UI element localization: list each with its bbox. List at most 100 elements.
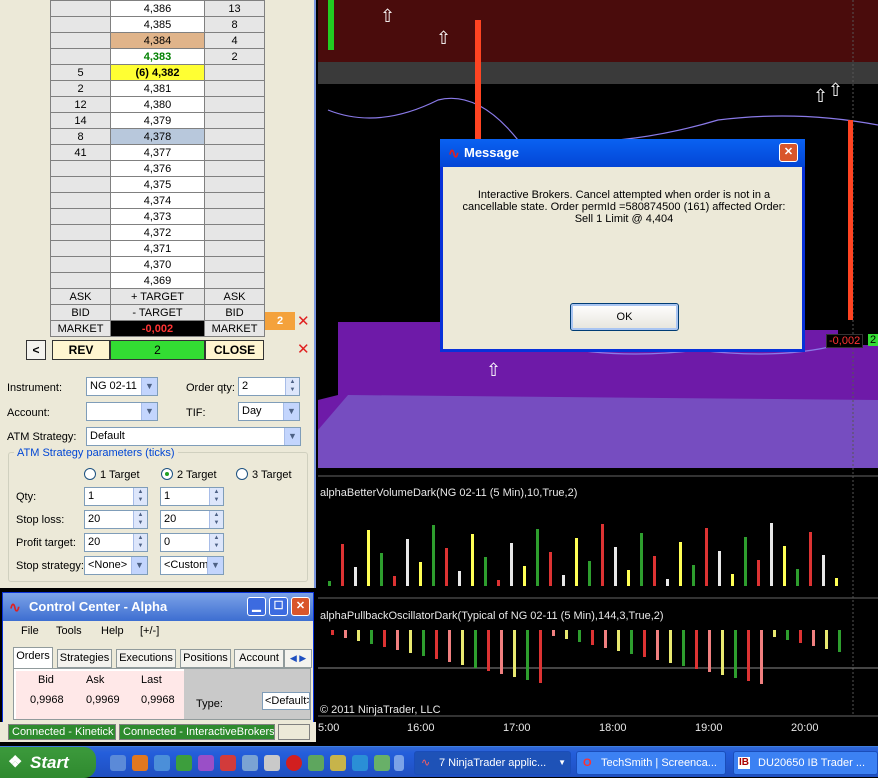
ask-size-cell[interactable] (204, 208, 265, 225)
tab-account[interactable]: Account (234, 649, 284, 668)
account-select[interactable]: ▼ (86, 402, 158, 421)
price-cell[interactable]: 4,377 (110, 144, 205, 161)
dialog-titlebar[interactable]: ∿ Message ✕ (440, 139, 805, 167)
type-select[interactable]: <Default> (262, 692, 310, 710)
menu-help[interactable]: Help (101, 625, 124, 637)
stop-strategy-2-select[interactable]: <Custom ▼ (160, 556, 224, 575)
tab-executions[interactable]: Executions (116, 649, 176, 668)
bid-size-cell[interactable] (50, 176, 111, 193)
plus-target-label[interactable]: + TARGET (110, 288, 205, 305)
price-cell[interactable]: 4,375 (110, 176, 205, 193)
bid-size-cell[interactable]: 5 (50, 64, 111, 81)
ask-size-cell[interactable] (204, 128, 265, 145)
price-cell[interactable]: 4,383 (110, 48, 205, 65)
close-icon[interactable]: ✕ (779, 143, 798, 162)
order-qty-stepper[interactable]: 2 ▲ ▼ (238, 377, 300, 396)
overflow-chevron-icon[interactable] (394, 755, 404, 771)
maximize-icon[interactable]: ☐ (269, 597, 288, 616)
quicklaunch-app-icon[interactable] (330, 755, 346, 771)
price-cell[interactable]: 4,371 (110, 240, 205, 257)
bid-size-cell[interactable]: 2 (50, 80, 111, 97)
stop-loss-2-stepper[interactable]: 20 ▲ ▼ (160, 510, 224, 529)
ask-size-cell[interactable]: 8 (204, 16, 265, 33)
order-qty-badge[interactable]: 2 (265, 312, 295, 330)
quicklaunch-app-icon[interactable] (198, 755, 214, 771)
ask-size-cell[interactable] (204, 112, 265, 129)
bid-size-cell[interactable] (50, 240, 111, 257)
bid-size-cell[interactable] (50, 48, 111, 65)
price-cell[interactable]: 4,380 (110, 96, 205, 113)
instrument-select[interactable]: NG 02-11 ▼ (86, 377, 158, 396)
ask-size-cell[interactable] (204, 144, 265, 161)
show-desktop-icon[interactable] (110, 755, 126, 771)
reverse-button[interactable]: REV (52, 340, 110, 360)
quicklaunch-app-icon[interactable] (308, 755, 324, 771)
price-cell[interactable]: 4,386 (110, 0, 205, 17)
close-position-button[interactable]: CLOSE (205, 340, 264, 360)
radio-1-target[interactable]: 1 Target (84, 468, 140, 481)
bid-size-cell[interactable] (50, 192, 111, 209)
ask-size-cell[interactable] (204, 96, 265, 113)
tab-strategies[interactable]: Strategies (57, 649, 112, 668)
bid-size-cell[interactable] (50, 208, 111, 225)
spin-arrows-icon[interactable]: ▲ ▼ (209, 511, 223, 528)
stop-strategy-1-select[interactable]: <None> ▼ (84, 556, 148, 575)
price-cell[interactable]: 4,370 (110, 256, 205, 273)
control-center-titlebar[interactable]: ∿ Control Center - Alpha ▁ ☐ ✕ (3, 593, 313, 621)
cancel-orders-icon[interactable]: ✕ (297, 314, 310, 329)
quicklaunch-app-icon[interactable] (154, 755, 170, 771)
ask-size-cell[interactable] (204, 192, 265, 209)
ask-size-cell[interactable] (204, 240, 265, 257)
task-ninjatrader[interactable]: ∿ 7 NinjaTrader applic... ▼ (414, 751, 571, 775)
price-cell[interactable]: 4,384 (110, 32, 205, 49)
quicklaunch-app-icon[interactable] (264, 755, 280, 771)
spin-arrows-icon[interactable]: ▲ ▼ (209, 534, 223, 551)
spin-arrows-icon[interactable]: ▲ ▼ (209, 488, 223, 505)
ok-button[interactable]: OK (570, 303, 679, 331)
spin-arrows-icon[interactable]: ▲ ▼ (133, 488, 147, 505)
ask-size-cell[interactable]: 2 (204, 48, 265, 65)
skype-icon[interactable] (352, 755, 368, 771)
bid-size-cell[interactable] (50, 160, 111, 177)
bid-size-cell[interactable]: 8 (50, 128, 111, 145)
ask-size-cell[interactable]: 4 (204, 32, 265, 49)
collapse-button[interactable]: < (26, 340, 46, 360)
bid-size-cell[interactable] (50, 224, 111, 241)
bid-size-cell[interactable]: 14 (50, 112, 111, 129)
tab-scroll-arrows-icon[interactable]: ◀ ▶ (284, 649, 312, 668)
ask-size-cell[interactable] (204, 224, 265, 241)
radio-3-target[interactable]: 3 Target (236, 468, 292, 481)
task-ib-trader[interactable]: IB DU20650 IB Trader ... (733, 751, 878, 775)
ask-size-cell[interactable] (204, 272, 265, 289)
ask-size-cell[interactable] (204, 176, 265, 193)
menu-file[interactable]: File (21, 625, 39, 637)
bid-right-label[interactable]: BID (204, 304, 265, 321)
price-cell[interactable]: 4,376 (110, 160, 205, 177)
bid-size-cell[interactable] (50, 16, 111, 33)
stop-loss-1-stepper[interactable]: 20 ▲ ▼ (84, 510, 148, 529)
price-cell[interactable]: 4,378 (110, 128, 205, 145)
atm-strategy-select[interactable]: Default ▼ (86, 427, 301, 446)
minus-target-label[interactable]: - TARGET (110, 304, 205, 321)
bid-left-label[interactable]: BID (50, 304, 111, 321)
price-cell[interactable]: 4,373 (110, 208, 205, 225)
tab-positions[interactable]: Positions (180, 649, 231, 668)
minimize-icon[interactable]: ▁ (247, 597, 266, 616)
price-cell[interactable]: 4,381 (110, 80, 205, 97)
spin-arrows-icon[interactable]: ▲ ▼ (133, 511, 147, 528)
profit-target-2-stepper[interactable]: 0 ▲ ▼ (160, 533, 224, 552)
market-right-button[interactable]: MARKET (204, 320, 265, 337)
price-cell[interactable]: 4,379 (110, 112, 205, 129)
price-cell[interactable]: 4,369 (110, 272, 205, 289)
bid-size-cell[interactable] (50, 256, 111, 273)
bid-size-cell[interactable] (50, 272, 111, 289)
price-chart[interactable]: ⇧ ⇧ ⇧ ⇧ ⇧ alphaBetterVolumeDark(NG 02-11 (5 … (318, 0, 878, 742)
price-cell[interactable]: 4,374 (110, 192, 205, 209)
qty-2-stepper[interactable]: 1 ▲ ▼ (160, 487, 224, 506)
ask-size-cell[interactable]: 13 (204, 0, 265, 17)
bid-size-cell[interactable]: 12 (50, 96, 111, 113)
qty-1-stepper[interactable]: 1 ▲ ▼ (84, 487, 148, 506)
tif-select[interactable]: Day ▼ (238, 402, 300, 421)
ask-size-cell[interactable] (204, 80, 265, 97)
bid-size-cell[interactable]: 41 (50, 144, 111, 161)
